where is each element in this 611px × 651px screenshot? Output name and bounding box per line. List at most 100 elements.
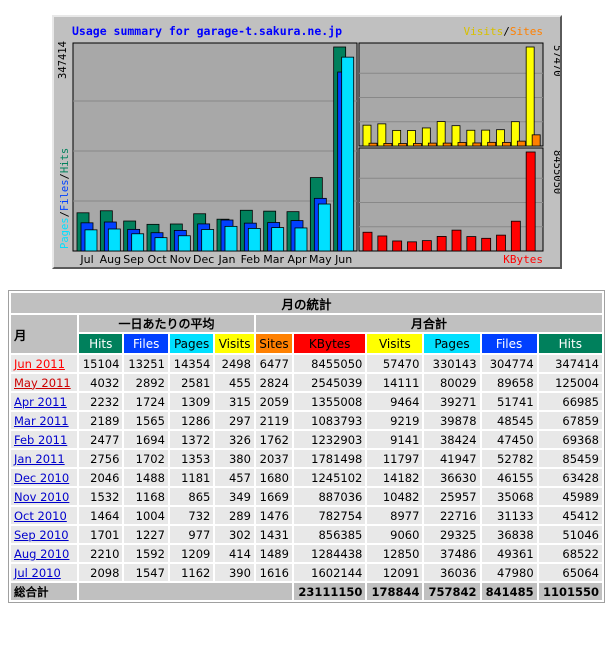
grand-total-hits: 1101550 [538, 583, 602, 600]
value-cell: 1592 [124, 545, 168, 562]
value-cell: 1309 [169, 393, 214, 410]
value-cell: 302 [215, 526, 254, 543]
table-row: Jul 2010 2098 1547 1162 390 1616 1602144 12091 3… [11, 564, 602, 581]
month-link[interactable]: Sep 2010 [14, 528, 69, 542]
month-cell: Oct 2010 [11, 507, 77, 524]
grand-total-pages: 757842 [424, 583, 480, 600]
value-cell: 1286 [169, 412, 214, 429]
value-cell: 12850 [367, 545, 423, 562]
month-link[interactable]: Nov 2010 [14, 490, 69, 504]
month-link[interactable]: Dec 2010 [14, 471, 69, 485]
value-cell: 349 [215, 488, 254, 505]
usage-graph: Usage summary for garage-t.sakura.ne.jp … [57, 24, 560, 266]
month-link[interactable]: Feb 2011 [14, 433, 67, 447]
month-link[interactable]: Oct 2010 [14, 509, 67, 523]
table-row: Aug 2010 2210 1592 1209 414 1489 1284438 12850 3… [11, 545, 602, 562]
value-cell: 1602144 [293, 564, 366, 581]
value-cell: 2581 [169, 374, 214, 391]
value-cell: 1724 [124, 393, 168, 410]
value-cell: 2098 [79, 564, 123, 581]
avg-pages-header: Pages [169, 334, 214, 353]
bar-sites-nov [427, 142, 437, 147]
value-cell: 41947 [424, 450, 480, 467]
month-cell: Jul 2010 [11, 564, 77, 581]
value-cell: 36630 [424, 469, 480, 486]
value-cell: 297 [215, 412, 254, 429]
svg-text:Visits/Sites: Visits/Sites [464, 25, 544, 38]
bar-sites-dec [442, 142, 452, 147]
value-cell: 380 [215, 450, 254, 467]
value-cell: 1565 [124, 412, 168, 429]
value-cell: 11797 [367, 450, 423, 467]
month-link[interactable]: Mar 2011 [14, 414, 69, 428]
value-cell: 887036 [293, 488, 366, 505]
value-cell: 14354 [169, 355, 214, 372]
grand-total-label: 総合計 [11, 583, 77, 600]
avg-files-header: Files [124, 334, 168, 353]
value-cell: 414 [215, 545, 254, 562]
bar-sites-apr [502, 142, 511, 147]
value-cell: 1464 [79, 507, 123, 524]
month-link[interactable]: May 2011 [14, 376, 71, 390]
month-link[interactable]: Jan 2011 [14, 452, 65, 466]
month-link[interactable]: Apr 2011 [14, 395, 67, 409]
value-cell: 2824 [255, 374, 292, 391]
value-cell: 1372 [169, 431, 214, 448]
value-cell: 1476 [255, 507, 292, 524]
month-cell: Dec 2010 [11, 469, 77, 486]
bottom-right-ymax-label: 8455050 [551, 150, 560, 194]
graph-title: Usage summary for garage-t.sakura.ne.jp [72, 24, 342, 38]
bar-kbytes-jun [525, 151, 536, 252]
value-cell: 977 [169, 526, 214, 543]
value-cell: 39878 [424, 412, 480, 429]
value-cell: 52782 [481, 450, 537, 467]
value-cell: 1616 [255, 564, 292, 581]
value-cell: 1353 [169, 450, 214, 467]
bar-sites-sep [398, 143, 408, 147]
month-cell: May 2011 [11, 374, 77, 391]
value-cell: 39271 [424, 393, 480, 410]
month-link[interactable]: Jun 2011 [14, 357, 65, 371]
avg-visits-header: Visits [215, 334, 254, 353]
bar-pages-mar [271, 227, 285, 252]
value-cell: 289 [215, 507, 254, 524]
value-cell: 1694 [124, 431, 168, 448]
value-cell: 36838 [481, 526, 537, 543]
value-cell: 1547 [124, 564, 168, 581]
total-sites-header: Sites [255, 334, 292, 353]
value-cell: 1227 [124, 526, 168, 543]
value-cell: 1355008 [293, 393, 366, 410]
month-tick-label: May [309, 253, 332, 266]
month-link[interactable]: Jul 2010 [14, 566, 61, 580]
month-cell: Apr 2011 [11, 393, 77, 410]
value-cell: 1669 [255, 488, 292, 505]
month-tick-label: Jun [334, 253, 352, 266]
value-cell: 35068 [481, 488, 537, 505]
bar-sites-mar [487, 141, 497, 147]
value-cell: 2477 [79, 431, 123, 448]
month-tick-label: Jan [218, 253, 236, 266]
grand-total-row: 総合計 23111150 178844 757842 841485 110155… [11, 583, 602, 600]
table-row: Dec 2010 2046 1488 1181 457 1680 1245102 14182 3… [11, 469, 602, 486]
bar-kbytes-apr [496, 234, 506, 252]
bar-sites-aug [383, 143, 393, 147]
month-cell: Aug 2010 [11, 545, 77, 562]
month-tick-label: Dec [193, 253, 214, 266]
grand-total-visits: 178844 [367, 583, 423, 600]
bar-kbytes-aug [377, 235, 388, 252]
value-cell: 8977 [367, 507, 423, 524]
month-tick-label: Sep [123, 253, 144, 266]
value-cell: 13251 [124, 355, 168, 372]
value-cell: 10482 [367, 488, 423, 505]
month-link[interactable]: Aug 2010 [14, 547, 69, 561]
month-tick-label: Feb [241, 253, 260, 266]
value-cell: 2756 [79, 450, 123, 467]
month-tick-label: Aug [100, 253, 121, 266]
value-cell: 865 [169, 488, 214, 505]
month-tick-label: Jul [79, 253, 93, 266]
bar-sites-oct [413, 143, 422, 147]
bar-kbytes-jul [362, 231, 373, 252]
bar-pages-nov [177, 235, 191, 252]
value-cell: 1083793 [293, 412, 366, 429]
value-cell: 48545 [481, 412, 537, 429]
